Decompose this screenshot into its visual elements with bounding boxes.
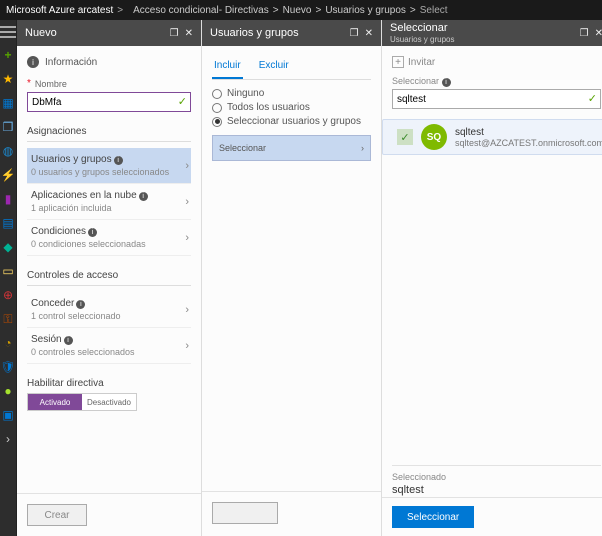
- info-icon: i: [76, 300, 85, 309]
- blade-subtitle: Usuarios y grupos: [390, 36, 580, 44]
- chevron-right-icon: ›: [185, 232, 189, 244]
- keyvault-icon[interactable]: ⚿: [1, 312, 15, 326]
- selected-label: Seleccionado: [392, 472, 601, 482]
- breadcrumb-current: Select: [420, 5, 448, 16]
- expand-nav-icon[interactable]: ›: [1, 432, 15, 446]
- radio-icon: [212, 117, 222, 127]
- row-conditions[interactable]: Condicionesi 0 condiciones seleccionadas…: [27, 220, 191, 256]
- row-users-groups[interactable]: Usuarios y gruposi 0 usuarios y grupos s…: [27, 148, 191, 184]
- select-users-box[interactable]: Seleccionar ›: [212, 135, 371, 161]
- info-icon: i: [442, 78, 451, 87]
- assignments-section-label: Asignaciones: [27, 126, 191, 137]
- search-label: Seleccionar: [392, 76, 439, 86]
- restore-icon[interactable]: ❐: [170, 28, 179, 39]
- brand-text: Microsoft Azure arcatest: [6, 5, 113, 16]
- info-icon: i: [114, 156, 123, 165]
- enable-policy-toggle[interactable]: Activado Desactivado: [27, 393, 137, 411]
- storage-icon[interactable]: ▭: [1, 264, 15, 278]
- selected-value: sqltest: [392, 484, 601, 496]
- search-input[interactable]: [392, 89, 601, 109]
- top-bar: Microsoft Azure arcatest > Acceso condic…: [0, 0, 602, 20]
- check-icon: ✓: [178, 95, 187, 108]
- sql-icon[interactable]: ▤: [1, 216, 15, 230]
- breadcrumb-sep: >: [410, 5, 416, 16]
- blade-title: Usuarios y grupos: [210, 27, 350, 39]
- plus-icon: +: [392, 56, 404, 68]
- blade-select: Seleccionar Usuarios y grupos ❐ ✕ + Invi…: [382, 20, 602, 536]
- favorites-icon[interactable]: ★: [1, 72, 15, 86]
- user-email: sqltest@AZCATEST.onmicrosoft.com: [455, 138, 602, 148]
- enable-off[interactable]: Desactivado: [82, 394, 136, 410]
- breadcrumb-item[interactable]: Acceso condicional- Directivas: [133, 5, 269, 16]
- advisor-icon[interactable]: ●: [1, 384, 15, 398]
- breadcrumb-sep: >: [315, 5, 321, 16]
- analytics-icon[interactable]: ▮: [1, 192, 15, 206]
- left-nav: + ★ ▦ ❒ ◍ ⚡ ▮ ▤ ◆ ▭ ⊕ ⚿ ◔ 🛡 ● ▣ ›: [0, 20, 17, 536]
- avatar: SQ: [421, 124, 447, 150]
- network-icon[interactable]: ⊕: [1, 288, 15, 302]
- invite-button[interactable]: + Invitar: [392, 56, 601, 68]
- breadcrumb-item[interactable]: Usuarios y grupos: [325, 5, 406, 16]
- blade-users-groups: Usuarios y grupos ❐ ✕ Incluir Excluir Ni…: [202, 20, 382, 536]
- tab-exclude[interactable]: Excluir: [257, 56, 291, 79]
- check-icon: ✓: [588, 92, 597, 105]
- close-icon[interactable]: ✕: [185, 28, 193, 39]
- radio-all-users[interactable]: Todos los usuarios: [212, 102, 371, 113]
- create-button[interactable]: Crear: [27, 504, 87, 526]
- breadcrumb-sep: >: [273, 5, 279, 16]
- globe-icon[interactable]: ◍: [1, 144, 15, 158]
- name-label: Nombre: [35, 79, 67, 89]
- chevron-right-icon: ›: [185, 340, 189, 352]
- select-button[interactable]: Seleccionar: [392, 506, 474, 528]
- functions-icon[interactable]: ⚡: [1, 168, 15, 182]
- info-label: Información: [45, 57, 97, 68]
- breadcrumb-item[interactable]: Nuevo: [283, 5, 312, 16]
- blade-title: Nuevo: [25, 27, 170, 39]
- hamburger-icon[interactable]: [0, 26, 16, 38]
- info-icon: i: [88, 228, 97, 237]
- close-icon[interactable]: ✕: [365, 28, 373, 39]
- blade-title: Seleccionar: [390, 22, 580, 34]
- cosmos-icon[interactable]: ◆: [1, 240, 15, 254]
- tab-include[interactable]: Incluir: [212, 56, 243, 79]
- checked-icon: ✓: [397, 129, 413, 145]
- all-resources-icon[interactable]: ❒: [1, 120, 15, 134]
- radio-select-users[interactable]: Seleccionar usuarios y grupos: [212, 116, 371, 127]
- done-button[interactable]: [212, 502, 278, 524]
- info-icon: i: [27, 56, 39, 68]
- chevron-right-icon: ›: [185, 304, 189, 316]
- info-icon: i: [139, 192, 148, 201]
- radio-icon: [212, 89, 222, 99]
- access-controls-section-label: Controles de acceso: [27, 270, 191, 281]
- row-cloud-apps[interactable]: Aplicaciones en la nubei 1 aplicación in…: [27, 184, 191, 220]
- breadcrumb: Acceso condicional- Directivas > Nuevo >…: [133, 5, 447, 16]
- new-resource-icon[interactable]: +: [1, 48, 15, 62]
- user-result-row[interactable]: ✓ SQ sqltest sqltest@AZCATEST.onmicrosof…: [382, 119, 602, 155]
- chevron-right-icon: ›: [361, 143, 364, 153]
- monitor-icon[interactable]: ◔: [1, 336, 15, 350]
- security-icon[interactable]: 🛡: [1, 360, 15, 374]
- required-star-icon: *: [27, 78, 31, 89]
- enable-policy-label: Habilitar directiva: [27, 378, 191, 389]
- blade-new-policy: Nuevo ❐ ✕ i Información * Nombre ✓ Asigna…: [17, 20, 202, 536]
- user-name: sqltest: [455, 127, 602, 138]
- chevron-right-icon: ›: [185, 196, 189, 208]
- row-session[interactable]: Sesióni 0 controles seleccionados ›: [27, 328, 191, 364]
- select-label: Seleccionar: [219, 143, 266, 153]
- chevron-right-icon: ›: [185, 160, 189, 172]
- radio-none[interactable]: Ninguno: [212, 88, 371, 99]
- enable-on[interactable]: Activado: [28, 394, 82, 410]
- restore-icon[interactable]: ❐: [350, 28, 359, 39]
- restore-icon[interactable]: ❐: [580, 28, 589, 39]
- radio-icon: [212, 103, 222, 113]
- row-grant[interactable]: Concederi 1 control seleccionado ›: [27, 292, 191, 328]
- dashboard-icon[interactable]: ▦: [1, 96, 15, 110]
- host-icon[interactable]: ▣: [1, 408, 15, 422]
- breadcrumb-sep: >: [117, 5, 123, 16]
- policy-name-input[interactable]: [27, 92, 191, 112]
- info-icon: i: [64, 336, 73, 345]
- close-icon[interactable]: ✕: [595, 28, 602, 39]
